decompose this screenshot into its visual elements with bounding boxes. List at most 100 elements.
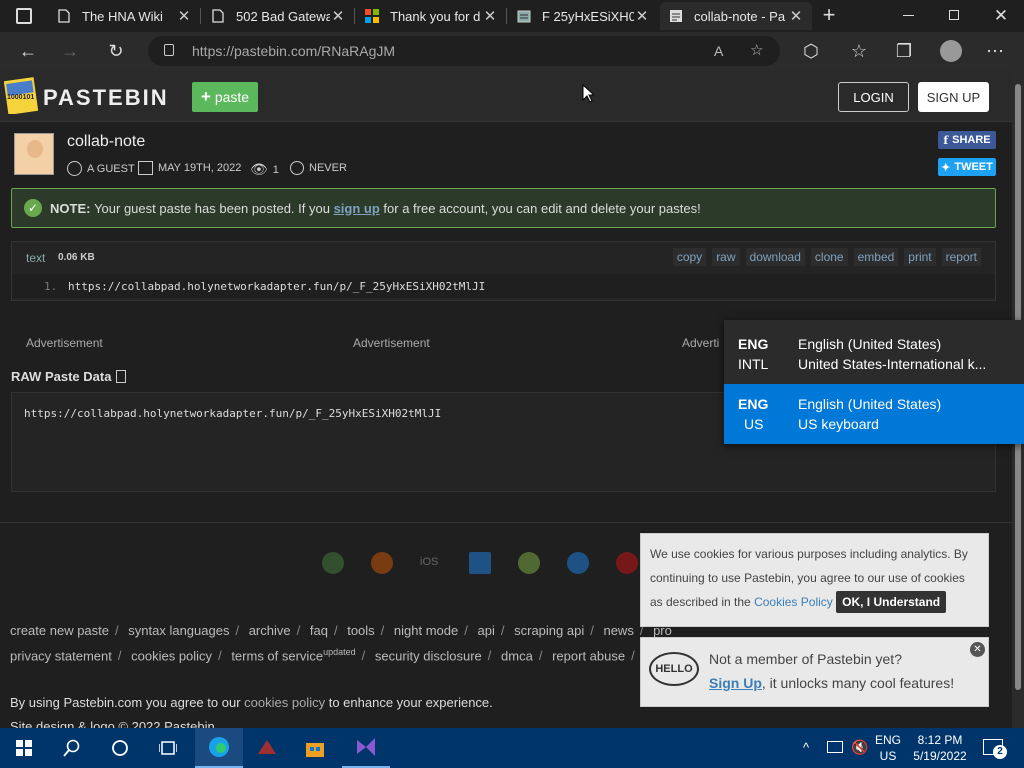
chrome-icon[interactable] xyxy=(322,552,344,574)
page-icon xyxy=(210,8,226,24)
close-window-icon[interactable]: ✕ xyxy=(990,5,1012,27)
footer-link[interactable]: tools xyxy=(347,623,374,638)
share-label: SHARE xyxy=(952,134,991,146)
language-option[interactable]: ENG INTL English (United States) United … xyxy=(724,324,1024,384)
windows-icon[interactable] xyxy=(469,552,491,574)
footer-link[interactable]: scraping api xyxy=(514,623,584,638)
collections-icon[interactable]: ❐ xyxy=(886,32,922,70)
close-banner-icon[interactable]: ✕ xyxy=(970,642,985,657)
close-tab-icon[interactable]: ✕ xyxy=(788,7,804,25)
footer-link[interactable]: archive xyxy=(249,623,291,638)
show-hidden-icons[interactable]: ^ xyxy=(803,740,809,755)
footer-link[interactable]: terms of service xyxy=(231,648,323,663)
author-label[interactable]: A GUEST xyxy=(87,163,135,175)
url-input[interactable]: https://pastebin.com/RNaRAgJM A ☆ xyxy=(148,36,780,66)
footer-link[interactable]: news xyxy=(603,623,633,638)
cookies-policy-link[interactable]: Cookies Policy xyxy=(754,595,833,609)
browser-tab[interactable]: Thank you for d ✕ xyxy=(356,2,506,30)
volume-muted-icon[interactable]: 🔇 xyxy=(851,739,868,756)
close-glyph: ✕ xyxy=(973,644,982,655)
code-line: 1. https://collabpad.holynetworkadapter.… xyxy=(12,274,995,298)
read-aloud-icon[interactable]: A xyxy=(714,36,723,66)
language-option-selected[interactable]: ENG US English (United States) US keyboa… xyxy=(724,384,1024,444)
opera-icon[interactable] xyxy=(616,552,638,574)
cookie-accept-button[interactable]: OK, I Understand xyxy=(836,591,947,613)
clock[interactable]: 8:12 PM 5/19/2022 xyxy=(908,732,972,764)
cookies-policy-link[interactable]: cookies policy xyxy=(244,695,325,710)
address-bar: ← → ↻ https://pastebin.com/RNaRAgJM A ☆ … xyxy=(0,32,1024,70)
footer-link[interactable]: dmca xyxy=(501,648,533,663)
app-taskbar-icon[interactable] xyxy=(243,728,291,768)
android-icon[interactable] xyxy=(518,552,540,574)
close-tab-icon[interactable]: ✕ xyxy=(176,7,192,25)
footer-link[interactable]: report abuse xyxy=(552,648,625,663)
signup-link[interactable]: Sign Up xyxy=(709,675,762,691)
embed-action[interactable]: embed xyxy=(853,248,899,266)
task-view-icon[interactable] xyxy=(144,728,192,768)
tab-actions-icon[interactable] xyxy=(16,8,32,24)
cortana-icon[interactable] xyxy=(96,728,144,768)
code-text: https://collabpad.holynetworkadapter.fun… xyxy=(68,280,486,293)
mac-icon[interactable] xyxy=(567,552,589,574)
back-icon[interactable]: ← xyxy=(10,32,46,70)
footer-link[interactable]: syntax languages xyxy=(128,623,229,638)
browser-tab[interactable]: F 25yHxESiXH02 ✕ xyxy=(508,2,658,30)
raw-title-text: RAW Paste Data xyxy=(11,369,112,384)
restore-icon[interactable] xyxy=(949,10,959,20)
footer-link[interactable]: night mode xyxy=(394,623,458,638)
tab-title: 502 Bad Gateway xyxy=(236,8,330,24)
forward-icon[interactable]: → xyxy=(52,32,88,70)
download-action[interactable]: download xyxy=(745,248,805,266)
footer-link[interactable]: faq xyxy=(310,623,328,638)
network-icon[interactable] xyxy=(827,741,843,753)
footer-link[interactable]: security disclosure xyxy=(375,648,482,663)
clone-action[interactable]: clone xyxy=(810,248,848,266)
pastebin-logo[interactable]: 1000101 xyxy=(3,76,39,115)
twitter-tweet-button[interactable]: ✦ TWEET xyxy=(938,158,996,176)
footer-link[interactable]: cookies policy xyxy=(131,648,212,663)
edge-taskbar-icon[interactable] xyxy=(195,728,243,768)
login-button[interactable]: LOGIN xyxy=(838,82,909,112)
tab-separator xyxy=(200,8,201,24)
facebook-share-button[interactable]: f SHARE xyxy=(938,131,996,149)
browser-tab[interactable]: 502 Bad Gateway ✕ xyxy=(202,2,354,30)
store-taskbar-icon[interactable] xyxy=(291,728,339,768)
note-text-1: Your guest paste has been posted. If you xyxy=(94,200,330,216)
footer-link[interactable]: privacy statement xyxy=(10,648,112,663)
signup-link[interactable]: sign up xyxy=(334,201,380,216)
firefox-icon[interactable] xyxy=(371,552,393,574)
signup-button[interactable]: SIGN UP xyxy=(918,82,989,112)
report-action[interactable]: report xyxy=(941,248,981,266)
minimize-icon[interactable] xyxy=(903,15,914,16)
member-text-2: Sign Up, it unlocks many cool features! xyxy=(709,675,954,691)
tweet-label: TWEET xyxy=(954,161,993,173)
format-label[interactable]: text xyxy=(26,251,45,265)
close-tab-icon[interactable]: ✕ xyxy=(482,7,498,25)
logo-text[interactable]: PASTEBIN xyxy=(43,85,169,111)
close-tab-icon[interactable]: ✕ xyxy=(634,7,650,25)
ios-icon[interactable]: iOS xyxy=(420,556,438,568)
pastebin-favicon-icon xyxy=(668,8,684,24)
clock-date: 5/19/2022 xyxy=(913,749,967,763)
raw-action[interactable]: raw xyxy=(712,248,740,266)
copy-action[interactable]: copy xyxy=(672,248,707,266)
print-action[interactable]: print xyxy=(904,248,936,266)
input-language-indicator[interactable]: ENG US xyxy=(872,732,904,764)
profile-avatar[interactable] xyxy=(940,40,962,62)
copy-icon[interactable] xyxy=(116,370,127,383)
new-tab-icon[interactable]: + xyxy=(818,4,840,26)
new-paste-button[interactable]: + paste xyxy=(192,82,258,112)
refresh-icon[interactable]: ↻ xyxy=(98,32,134,70)
more-menu-icon[interactable]: ⋯ xyxy=(977,32,1013,70)
start-icon[interactable] xyxy=(0,728,48,768)
footer-link[interactable]: create new paste xyxy=(10,623,109,638)
extensions-icon[interactable]: ⬡ xyxy=(793,32,829,70)
visual-studio-taskbar-icon[interactable] xyxy=(342,728,390,768)
search-icon[interactable] xyxy=(48,728,96,768)
footer-link[interactable]: api xyxy=(478,623,495,638)
browser-tab-active[interactable]: collab-note - Pa ✕ xyxy=(660,2,812,30)
favorites-icon[interactable]: ☆ xyxy=(841,32,877,70)
add-favorite-icon[interactable]: ☆ xyxy=(750,36,763,66)
close-tab-icon[interactable]: ✕ xyxy=(330,7,346,25)
browser-tab[interactable]: The HNA Wiki ✕ xyxy=(48,2,200,30)
